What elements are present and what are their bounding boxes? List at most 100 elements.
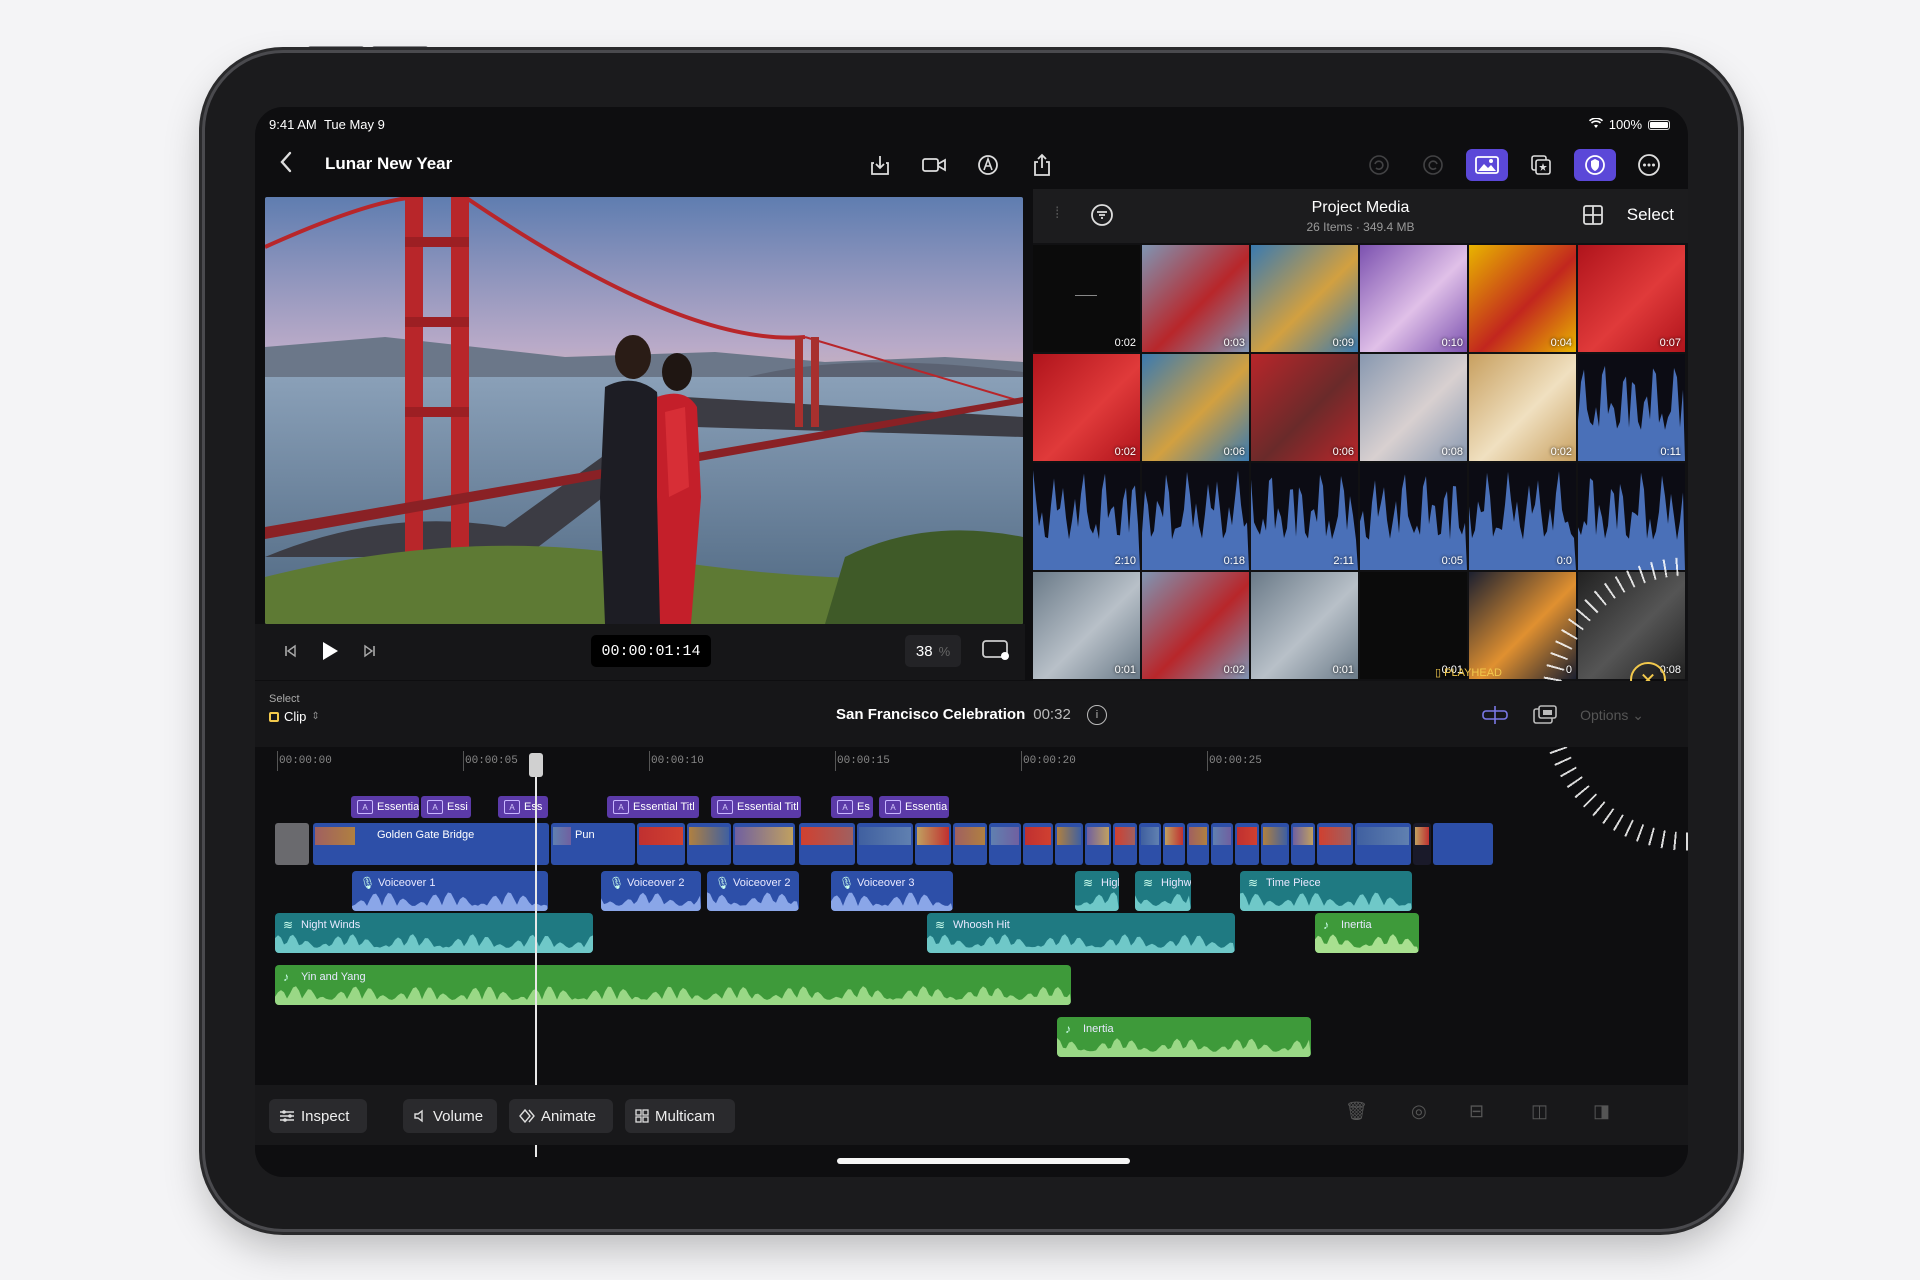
primary-video-clip[interactable] [799, 823, 855, 865]
media-thumbnail[interactable]: 0:02 [1033, 245, 1140, 352]
sound-effect-clip[interactable]: ≋ Night Winds [275, 913, 593, 953]
title-clip[interactable]: A Essential Titl [607, 796, 699, 818]
primary-video-clip[interactable] [637, 823, 685, 865]
primary-video-clip[interactable] [1163, 823, 1185, 865]
media-thumbnail[interactable]: 0:02 [1033, 354, 1140, 461]
options-button[interactable]: Options ⌄ [1580, 707, 1644, 724]
primary-video-clip[interactable] [1433, 823, 1493, 865]
voiceover-clip[interactable]: ≋ Highw [1135, 871, 1191, 911]
primary-video-clip[interactable] [1413, 823, 1431, 865]
title-clip[interactable]: A Es [831, 796, 873, 818]
voiceover-clip[interactable]: 🎙 Voiceover 1 [352, 871, 548, 911]
media-thumbnail[interactable]: 0:04 [1469, 245, 1576, 352]
primary-video-clip[interactable] [953, 823, 987, 865]
camera-button[interactable] [919, 151, 949, 179]
media-thumbnail[interactable]: 0:03 [1142, 245, 1249, 352]
media-thumbnail[interactable]: 0:01 [1033, 572, 1140, 679]
media-thumbnail[interactable] [1578, 463, 1685, 570]
media-thumbnail[interactable]: 0:01 [1360, 572, 1467, 679]
back-button[interactable] [279, 151, 293, 180]
clip-connections-button[interactable] [1530, 701, 1560, 729]
primary-video-clip[interactable] [1055, 823, 1083, 865]
trash-icon[interactable]: 🗑 [1345, 1101, 1368, 1122]
title-clip[interactable]: A Essentia [351, 796, 419, 818]
media-thumbnail[interactable]: 0:18 [1142, 463, 1249, 570]
media-thumbnail[interactable]: 0:08 [1360, 354, 1467, 461]
grid-view-button[interactable] [1578, 201, 1608, 229]
primary-video-clip[interactable]: Golden Gate Bridge [313, 823, 549, 865]
skip-forward-button[interactable] [355, 637, 385, 665]
more-button[interactable] [1628, 149, 1670, 181]
primary-video-clip[interactable] [1291, 823, 1315, 865]
primary-video-clip[interactable] [1317, 823, 1353, 865]
media-thumbnail[interactable]: 0:10 [1360, 245, 1467, 352]
media-thumbnail[interactable]: 0:02 [1469, 354, 1576, 461]
split-icon[interactable]: ⊟ [1469, 1101, 1484, 1122]
media-thumbnail[interactable]: 0:02 [1142, 572, 1249, 679]
playhead-handle[interactable] [529, 753, 543, 777]
title-clip[interactable]: A Essi [421, 796, 471, 818]
skip-back-button[interactable] [275, 637, 305, 665]
home-indicator[interactable] [837, 1158, 1130, 1164]
photos-browser-button[interactable] [1466, 149, 1508, 181]
media-thumbnail[interactable]: 0:01 [1251, 572, 1358, 679]
animate-button[interactable]: Animate [509, 1099, 613, 1133]
storyline-gap[interactable] [275, 823, 309, 865]
timecode-display[interactable]: 00:00:01:14 [591, 635, 711, 667]
inspect-button[interactable]: Inspect [269, 1099, 367, 1133]
import-button[interactable] [865, 151, 895, 179]
viewer-zoom[interactable]: 38 % [905, 635, 961, 667]
primary-video-clip[interactable] [733, 823, 795, 865]
share-button[interactable] [1027, 151, 1057, 179]
primary-video-clip[interactable] [1085, 823, 1111, 865]
primary-video-clip[interactable] [857, 823, 913, 865]
media-thumbnail[interactable]: 0:06 [1142, 354, 1249, 461]
primary-video-clip[interactable] [1261, 823, 1289, 865]
media-thumbnail[interactable]: 0:05 [1360, 463, 1467, 570]
voiceover-clip[interactable]: 🎙 Voiceover 3 [831, 871, 953, 911]
sound-effect-clip[interactable]: ♪ Inertia [1315, 913, 1419, 953]
voiceover-clip[interactable]: 🎙 Voiceover 2 [601, 871, 701, 911]
media-thumbnail[interactable]: 2:10 [1033, 463, 1140, 570]
check-circle-icon[interactable]: ◎ [1411, 1101, 1427, 1122]
play-button[interactable] [315, 637, 345, 665]
volume-button[interactable]: Volume [403, 1099, 497, 1133]
primary-video-clip[interactable] [1355, 823, 1411, 865]
media-thumbnail[interactable]: 0:0 [1469, 463, 1576, 570]
info-icon[interactable]: i [1086, 705, 1107, 725]
primary-video-clip[interactable] [687, 823, 731, 865]
viewer-display-button[interactable] [981, 636, 1011, 664]
trim-start-icon[interactable]: ◫ [1531, 1101, 1548, 1122]
primary-video-clip[interactable] [1139, 823, 1161, 865]
primary-video-clip[interactable] [915, 823, 951, 865]
primary-video-clip[interactable]: Pun [551, 823, 635, 865]
primary-video-clip[interactable] [1211, 823, 1233, 865]
voiceover-button[interactable] [973, 151, 1003, 179]
video-viewer[interactable] [265, 197, 1023, 624]
primary-video-clip[interactable] [1113, 823, 1137, 865]
effects-browser-button[interactable] [1520, 149, 1562, 181]
music-clip[interactable]: ♪ Yin and Yang [275, 965, 1071, 1005]
redo-button[interactable] [1412, 149, 1454, 181]
select-button[interactable]: Select [1627, 205, 1674, 225]
title-clip[interactable]: A Ess [498, 796, 548, 818]
media-thumbnail[interactable]: 0:11 [1578, 354, 1685, 461]
title-clip[interactable]: A Essentia [879, 796, 949, 818]
voiceover-clip[interactable]: 🎙 Voiceover 2 [707, 871, 799, 911]
voiceover-clip[interactable]: ≋ High [1075, 871, 1119, 911]
timeline-ruler[interactable]: 00:00:00 00:00:05 00:00:10 00:00:15 00:00:20… [255, 747, 1688, 771]
primary-video-clip[interactable] [1187, 823, 1209, 865]
media-thumbnail[interactable]: 2:11 [1251, 463, 1358, 570]
voiceover-clip[interactable]: ≋ Time Piece [1240, 871, 1412, 911]
undo-button[interactable] [1358, 149, 1400, 181]
media-thumbnail[interactable]: 0:07 [1578, 245, 1685, 352]
primary-video-clip[interactable] [989, 823, 1021, 865]
primary-video-clip[interactable] [1023, 823, 1053, 865]
title-clip[interactable]: A Essential Titl [711, 796, 801, 818]
primary-video-clip[interactable] [1235, 823, 1259, 865]
sound-effect-clip[interactable]: ≋ Whoosh Hit [927, 913, 1235, 953]
inspector-button[interactable] [1574, 149, 1616, 181]
snapping-button[interactable] [1480, 701, 1510, 729]
media-thumbnail[interactable]: 0:09 [1251, 245, 1358, 352]
multicam-button[interactable]: Multicam [625, 1099, 735, 1133]
